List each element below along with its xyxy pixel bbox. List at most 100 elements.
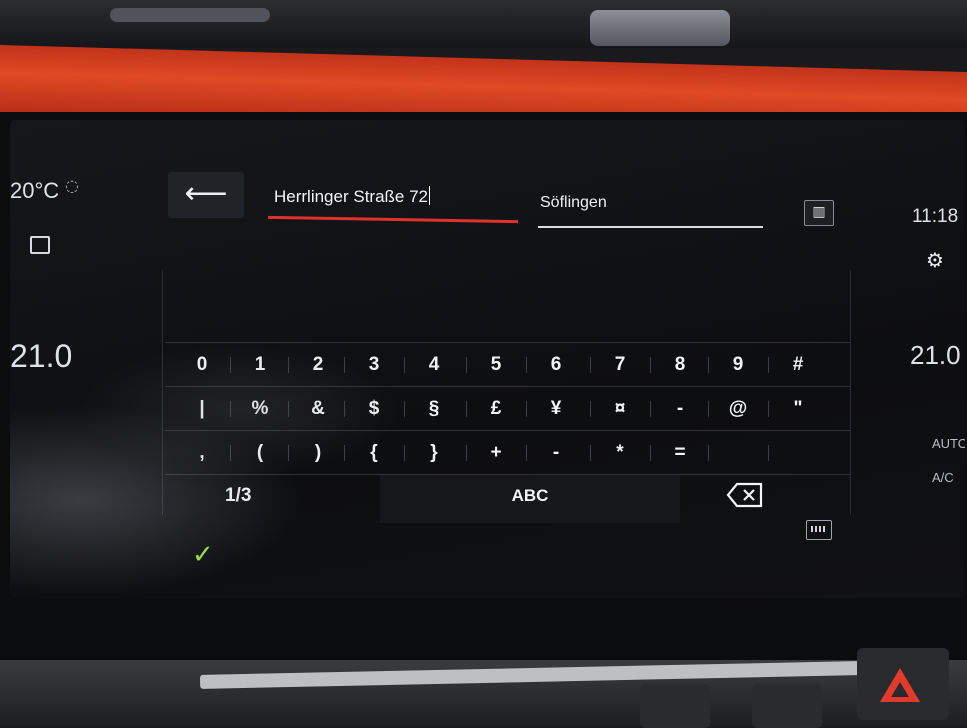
key[interactable]: §	[409, 387, 459, 431]
key[interactable]: 8	[655, 343, 705, 387]
key[interactable]: (	[235, 431, 285, 475]
key-separator	[288, 401, 289, 417]
key-separator	[230, 357, 231, 373]
key[interactable]: |	[177, 387, 227, 431]
key[interactable]: &	[293, 387, 343, 431]
outside-temperature: 20°C	[10, 178, 60, 203]
key-separator	[466, 401, 467, 417]
key[interactable]: 4	[409, 343, 459, 387]
key-separator	[230, 401, 231, 417]
key	[713, 431, 763, 475]
key[interactable]: ¤	[595, 387, 645, 431]
key-separator	[404, 357, 405, 373]
vent-trim	[110, 8, 270, 22]
key-separator	[526, 401, 527, 417]
key-separator	[708, 401, 709, 417]
page-switch-button[interactable]: 1/3	[225, 485, 251, 507]
key[interactable]: £	[471, 387, 521, 431]
key[interactable]: )	[293, 431, 343, 475]
back-button[interactable]: ⟵	[168, 172, 244, 218]
console-button[interactable]	[640, 684, 710, 728]
key[interactable]: 5	[471, 343, 521, 387]
key[interactable]: @	[713, 387, 763, 431]
key	[773, 431, 823, 475]
key-separator	[590, 445, 591, 461]
backspace-icon	[726, 482, 763, 508]
key[interactable]: *	[595, 431, 645, 475]
key-separator	[526, 445, 527, 461]
infotainment-screen: 20°C ◌ 21.0 11:18 ⚙ 21.0 AUTO A/C ⟵ Herr…	[10, 120, 965, 598]
vent-control[interactable]	[590, 10, 730, 46]
key-separator	[344, 401, 345, 417]
key-separator	[590, 357, 591, 373]
keyboard-icon[interactable]	[806, 520, 832, 540]
key[interactable]: {	[349, 431, 399, 475]
key[interactable]: #	[773, 343, 823, 387]
key-separator	[768, 401, 769, 417]
abc-key[interactable]: ABC	[380, 475, 680, 523]
key[interactable]: -	[655, 387, 705, 431]
check-icon[interactable]: ✓	[192, 540, 214, 570]
key[interactable]: 7	[595, 343, 645, 387]
ac-button[interactable]: A/C	[932, 470, 954, 485]
key-separator	[708, 357, 709, 373]
clock: 11:18	[912, 206, 959, 227]
keyboard-border-right	[850, 270, 851, 515]
key-separator	[650, 357, 651, 373]
gear-icon[interactable]: ⚙	[926, 248, 944, 272]
keyboard-border-left	[162, 270, 163, 515]
key[interactable]: 2	[293, 343, 343, 387]
key-separator	[344, 357, 345, 373]
key[interactable]: -	[531, 431, 581, 475]
key-separator	[466, 357, 467, 373]
key-separator	[230, 445, 231, 461]
street-input[interactable]: Herrlinger Straße 72	[267, 178, 519, 224]
auto-climate-button[interactable]: AUTO	[932, 436, 965, 451]
key-row-3: ,(){} + - * =	[165, 430, 850, 475]
key[interactable]: ¥	[531, 387, 581, 431]
key[interactable]: 1	[235, 343, 285, 387]
key-row-2: |% & $ § £ ¥ ¤ - @ "	[165, 386, 850, 431]
key[interactable]: $	[349, 387, 399, 431]
key[interactable]: }	[409, 431, 459, 475]
driver-temperature[interactable]: 21.0	[10, 338, 72, 375]
keyboard-bottom-row: 1/3 ABC	[165, 474, 850, 523]
console-button[interactable]	[752, 684, 822, 728]
arrow-left-icon: ⟵	[184, 176, 228, 211]
key[interactable]: 9	[713, 343, 763, 387]
key[interactable]: 6	[531, 343, 581, 387]
key[interactable]: 3	[349, 343, 399, 387]
text-caret	[429, 186, 431, 205]
key-separator	[404, 445, 405, 461]
key[interactable]: "	[773, 387, 823, 431]
key-separator	[650, 445, 651, 461]
key-separator	[344, 445, 345, 461]
key-separator	[526, 357, 527, 373]
city-value: Söflingen	[540, 194, 607, 211]
city-underline	[538, 226, 763, 228]
passenger-temperature[interactable]: 21.0	[910, 340, 961, 371]
city-map-icon: ▥	[812, 204, 826, 220]
key-separator	[288, 445, 289, 461]
key[interactable]: +	[471, 431, 521, 475]
key[interactable]: ,	[177, 431, 227, 475]
key-separator	[590, 401, 591, 417]
book-icon[interactable]	[30, 236, 50, 254]
city-input[interactable]: Söflingen	[538, 186, 763, 228]
key-separator	[708, 445, 709, 461]
city-map-button[interactable]: ▥	[804, 200, 834, 226]
key[interactable]: 0	[177, 343, 227, 387]
street-value: Herrlinger Straße 72	[274, 186, 431, 206]
key-separator	[288, 357, 289, 373]
key-separator	[466, 445, 467, 461]
key[interactable]: %	[235, 387, 285, 431]
hazard-icon-inner	[891, 682, 909, 697]
pin-icon: ◌	[65, 176, 79, 195]
key-separator	[768, 445, 769, 461]
key[interactable]: =	[655, 431, 705, 475]
key-separator	[650, 401, 651, 417]
key-separator	[768, 357, 769, 373]
key-separator	[404, 401, 405, 417]
backspace-key[interactable]	[725, 481, 765, 509]
key-row-1: 0 1 2 3 4 5 6 7 8 9 #	[165, 342, 850, 387]
